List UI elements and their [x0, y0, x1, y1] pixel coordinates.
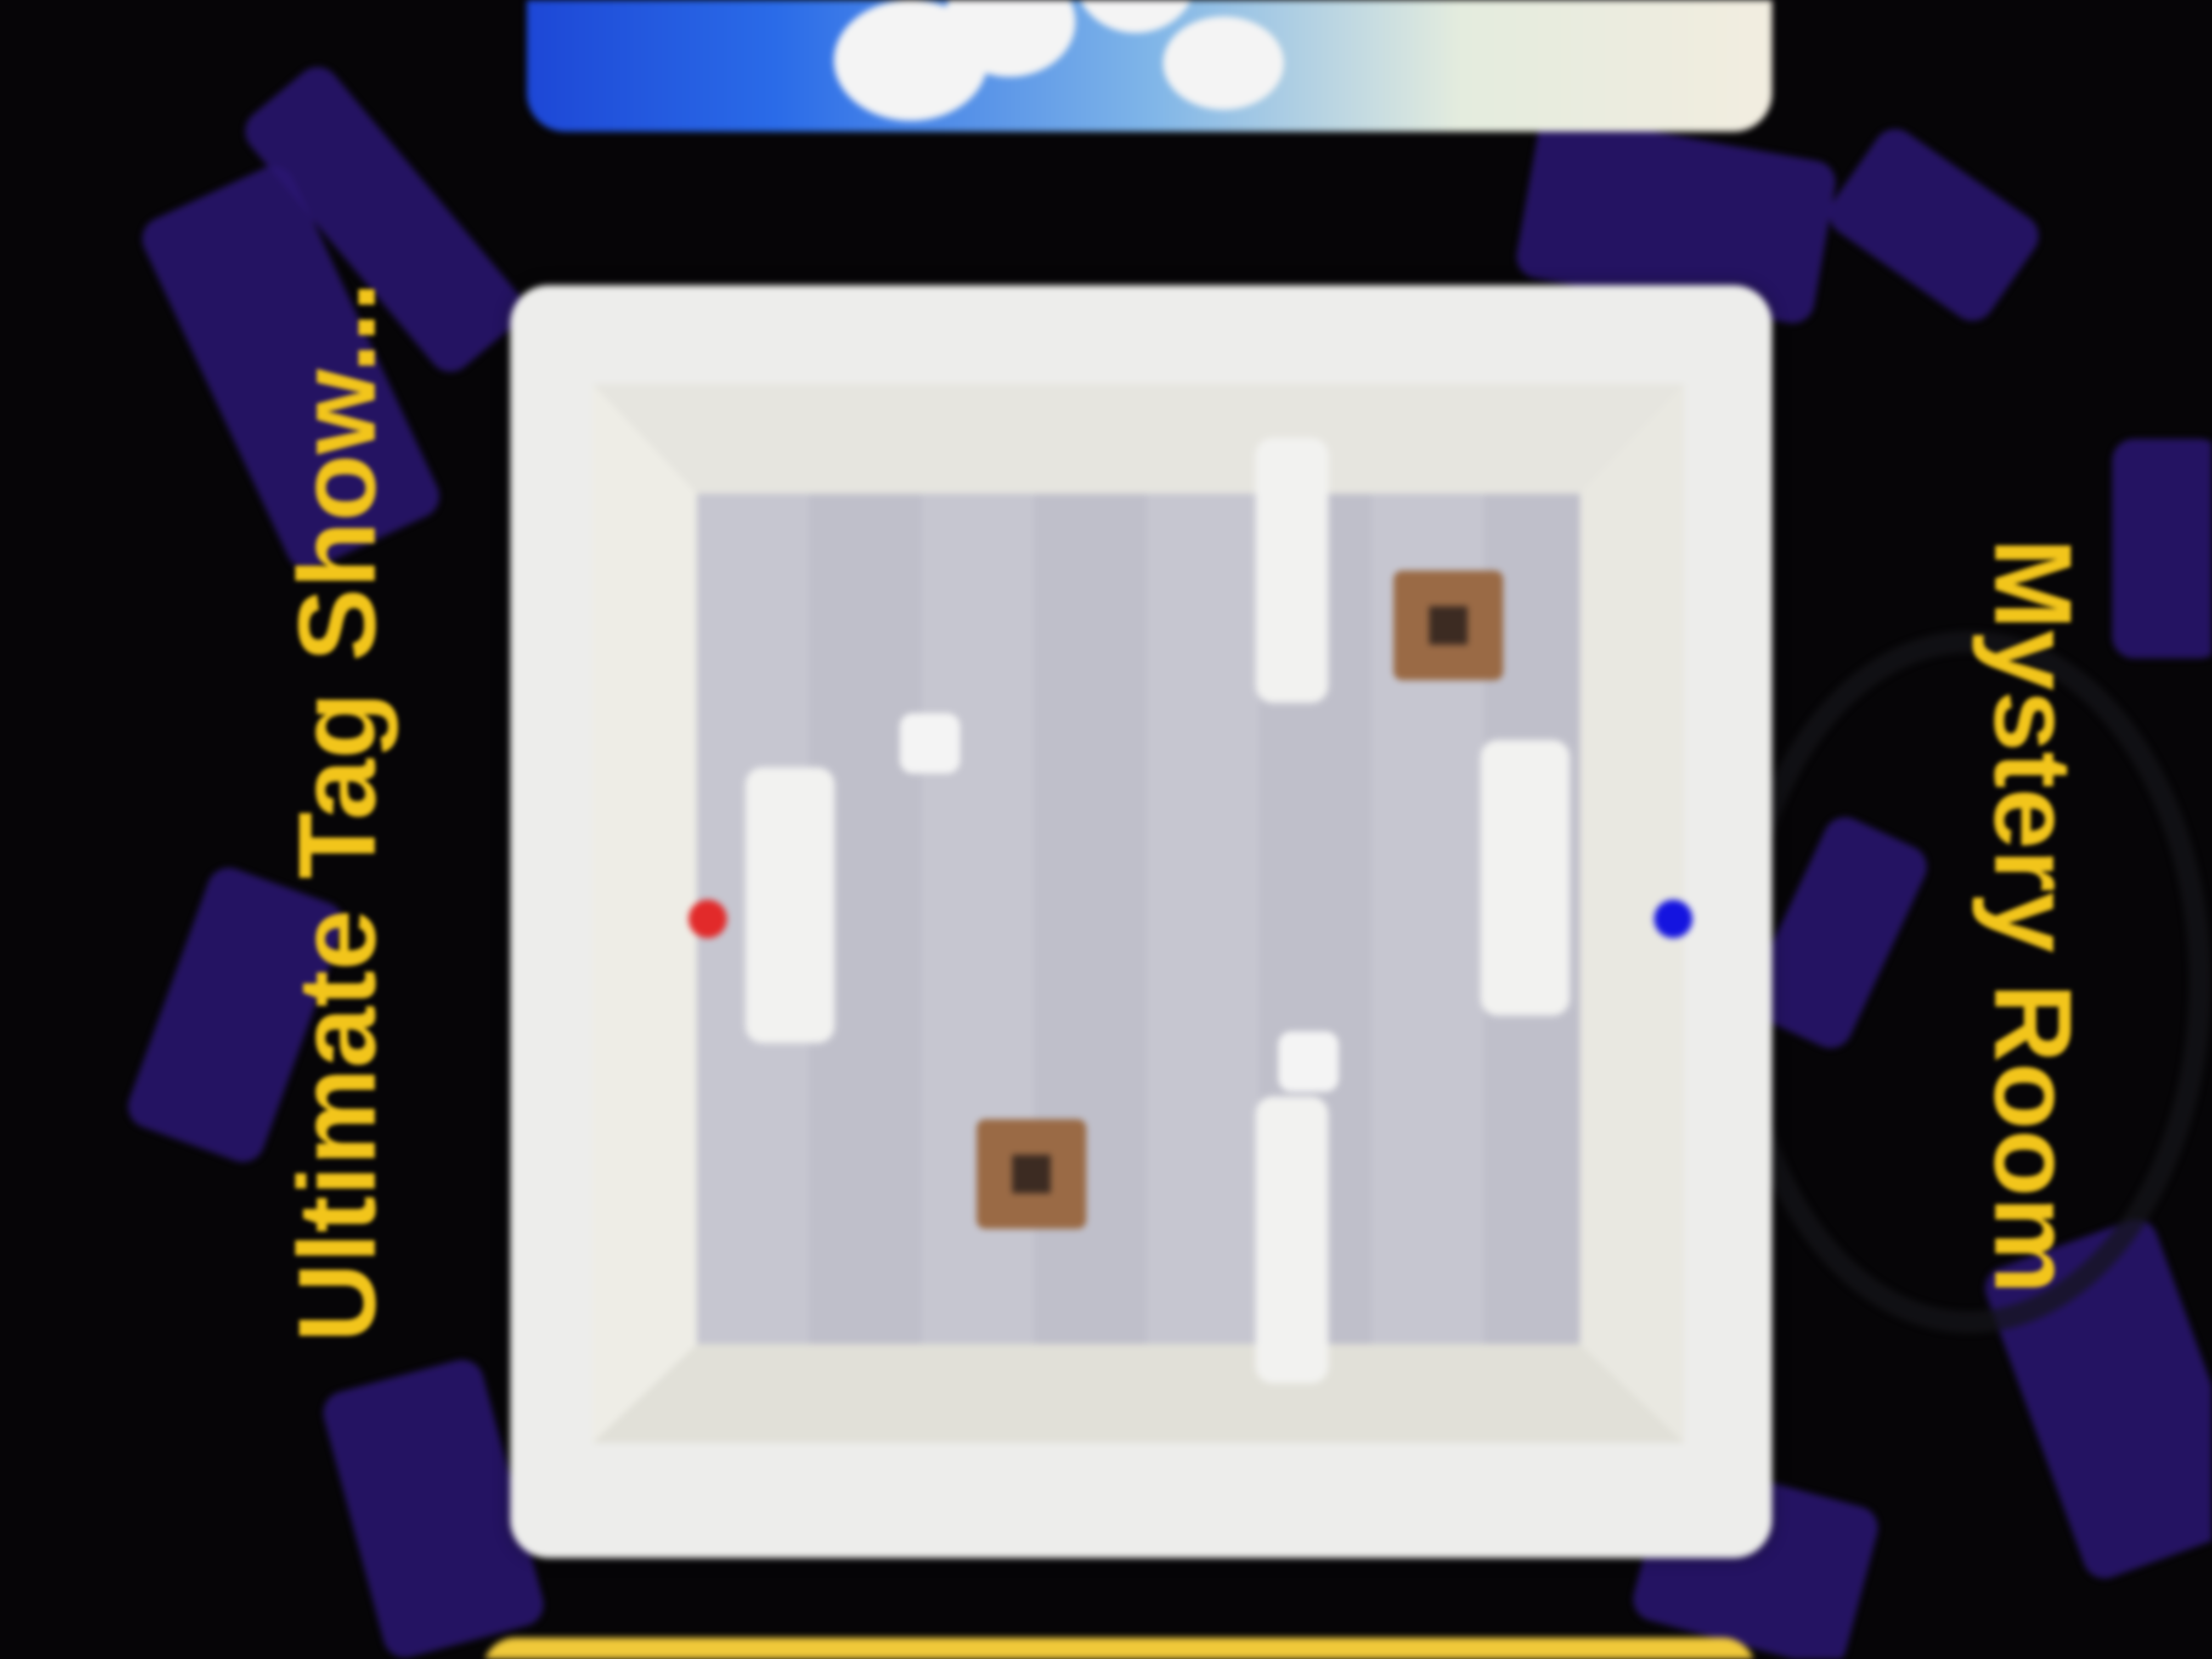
- next-map-title: Mystery Room: [1972, 538, 2094, 1295]
- map-block: [1278, 1031, 1339, 1092]
- cloud-shape: [1163, 16, 1284, 110]
- previous-map-card[interactable]: [527, 0, 1772, 132]
- blue-player-icon: [1654, 900, 1692, 938]
- map-preview: [592, 384, 1692, 1443]
- map-block: [900, 713, 960, 774]
- crate-icon: [977, 1119, 1086, 1229]
- cloud-shape: [1075, 0, 1196, 33]
- map-wall: [1481, 741, 1569, 1015]
- map-wall: [1256, 1097, 1328, 1383]
- background-decoration: [1820, 120, 2047, 330]
- red-player-icon: [689, 900, 727, 938]
- crate-icon: [1393, 571, 1503, 680]
- background-decoration: [2112, 439, 2212, 658]
- map-wall: [746, 768, 834, 1042]
- next-map-card[interactable]: [483, 1638, 1756, 1659]
- map-title: Ultimate Tag Show...: [276, 281, 398, 1342]
- map-wall: [1256, 439, 1328, 702]
- background-ring: [1728, 631, 2211, 1333]
- map-preview-card[interactable]: [510, 285, 1772, 1558]
